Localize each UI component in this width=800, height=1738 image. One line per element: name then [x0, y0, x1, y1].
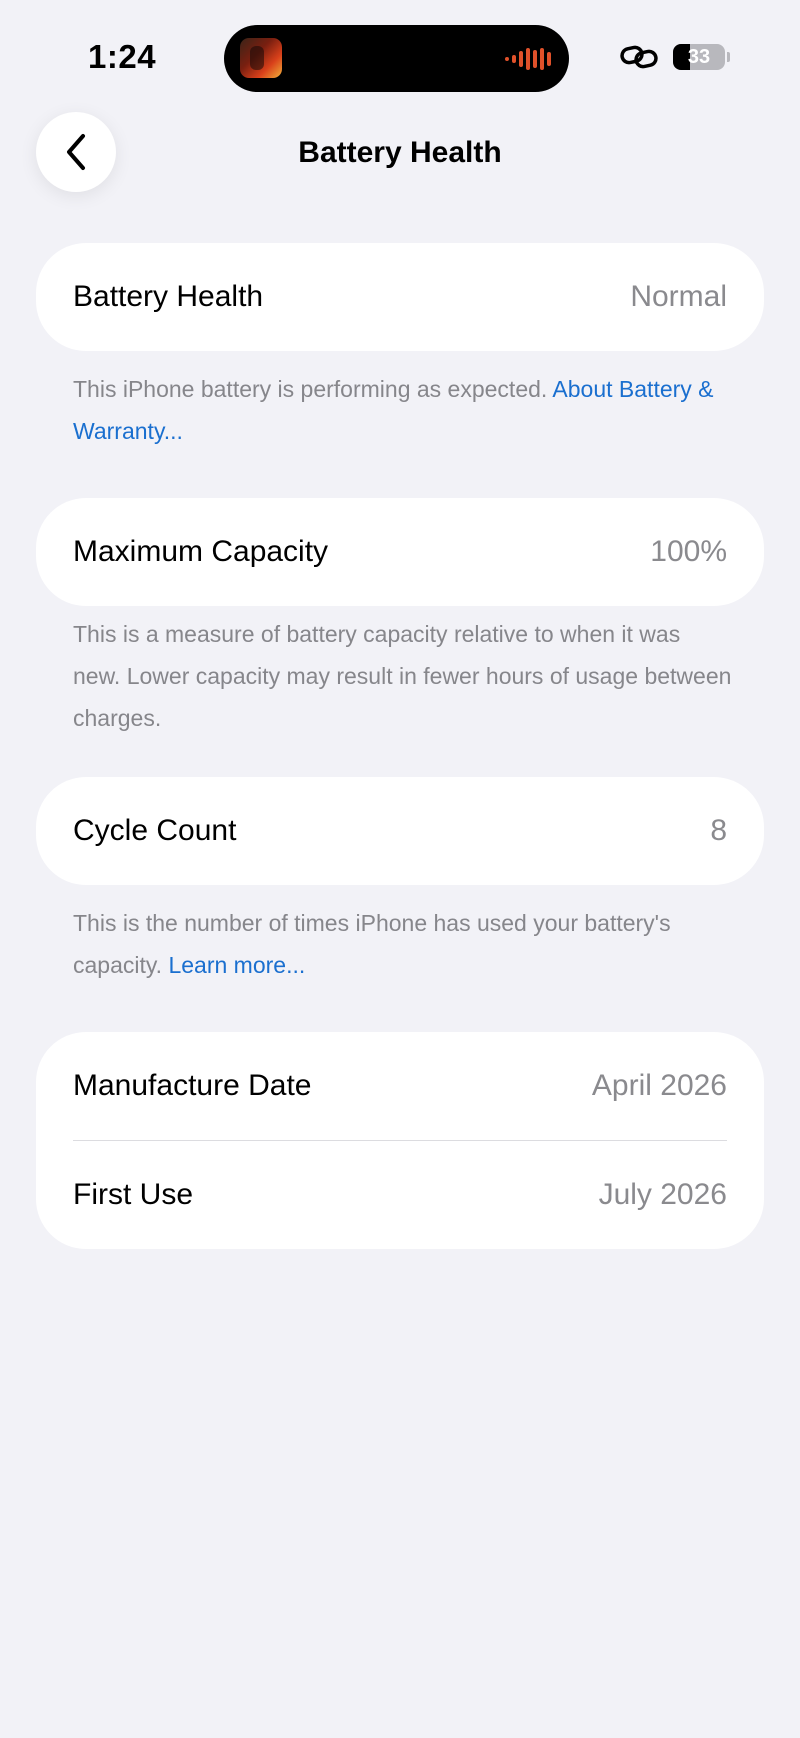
- battery-health-note: This iPhone battery is performing as exp…: [73, 376, 548, 402]
- first-use-row: First Use July 2026: [36, 1141, 764, 1249]
- maximum-capacity-note: This is a measure of battery capacity re…: [73, 621, 732, 731]
- battery-health-card: Battery Health Normal: [36, 243, 764, 351]
- battery-icon: 33: [673, 44, 725, 70]
- maximum-capacity-value: 100%: [650, 535, 727, 568]
- battery-cap: [727, 52, 730, 62]
- maximum-capacity-card: Maximum Capacity 100%: [36, 498, 764, 606]
- dynamic-island[interactable]: [224, 25, 569, 92]
- cycle-count-label: Cycle Count: [73, 814, 237, 847]
- cycle-count-footnote: This is the number of times iPhone has u…: [73, 902, 733, 986]
- maximum-capacity-label: Maximum Capacity: [73, 535, 329, 568]
- battery-health-footnote: This iPhone battery is performing as exp…: [73, 368, 733, 452]
- link-icon: [619, 44, 659, 70]
- status-indicators: 33: [619, 44, 730, 70]
- audio-waveform-icon: [505, 47, 551, 71]
- status-time: 1:24: [88, 38, 157, 75]
- now-playing-artwork: [240, 38, 282, 78]
- page-title: Battery Health: [298, 136, 502, 169]
- first-use-label: First Use: [73, 1178, 193, 1211]
- cycle-count-value: 8: [710, 814, 727, 847]
- manufacture-date-label: Manufacture Date: [73, 1069, 312, 1102]
- cycle-count-row: Cycle Count 8: [36, 777, 764, 885]
- maximum-capacity-footnote: This is a measure of battery capacity re…: [73, 613, 733, 739]
- manufacture-date-row: Manufacture Date April 2026: [36, 1032, 764, 1140]
- battery-health-label: Battery Health: [73, 280, 264, 313]
- maximum-capacity-row: Maximum Capacity 100%: [36, 498, 764, 606]
- first-use-value: July 2026: [598, 1178, 727, 1211]
- learn-more-link[interactable]: Learn more...: [168, 952, 305, 978]
- battery-percent: 33: [687, 45, 711, 68]
- cycle-count-note: This is the number of times iPhone has u…: [73, 910, 671, 978]
- cycle-count-card: Cycle Count 8: [36, 777, 764, 885]
- battery-health-row: Battery Health Normal: [36, 243, 764, 351]
- manufacture-date-value: April 2026: [591, 1069, 727, 1102]
- dates-card: Manufacture Date April 2026 First Use Ju…: [36, 1032, 764, 1249]
- battery-health-value: Normal: [630, 280, 727, 313]
